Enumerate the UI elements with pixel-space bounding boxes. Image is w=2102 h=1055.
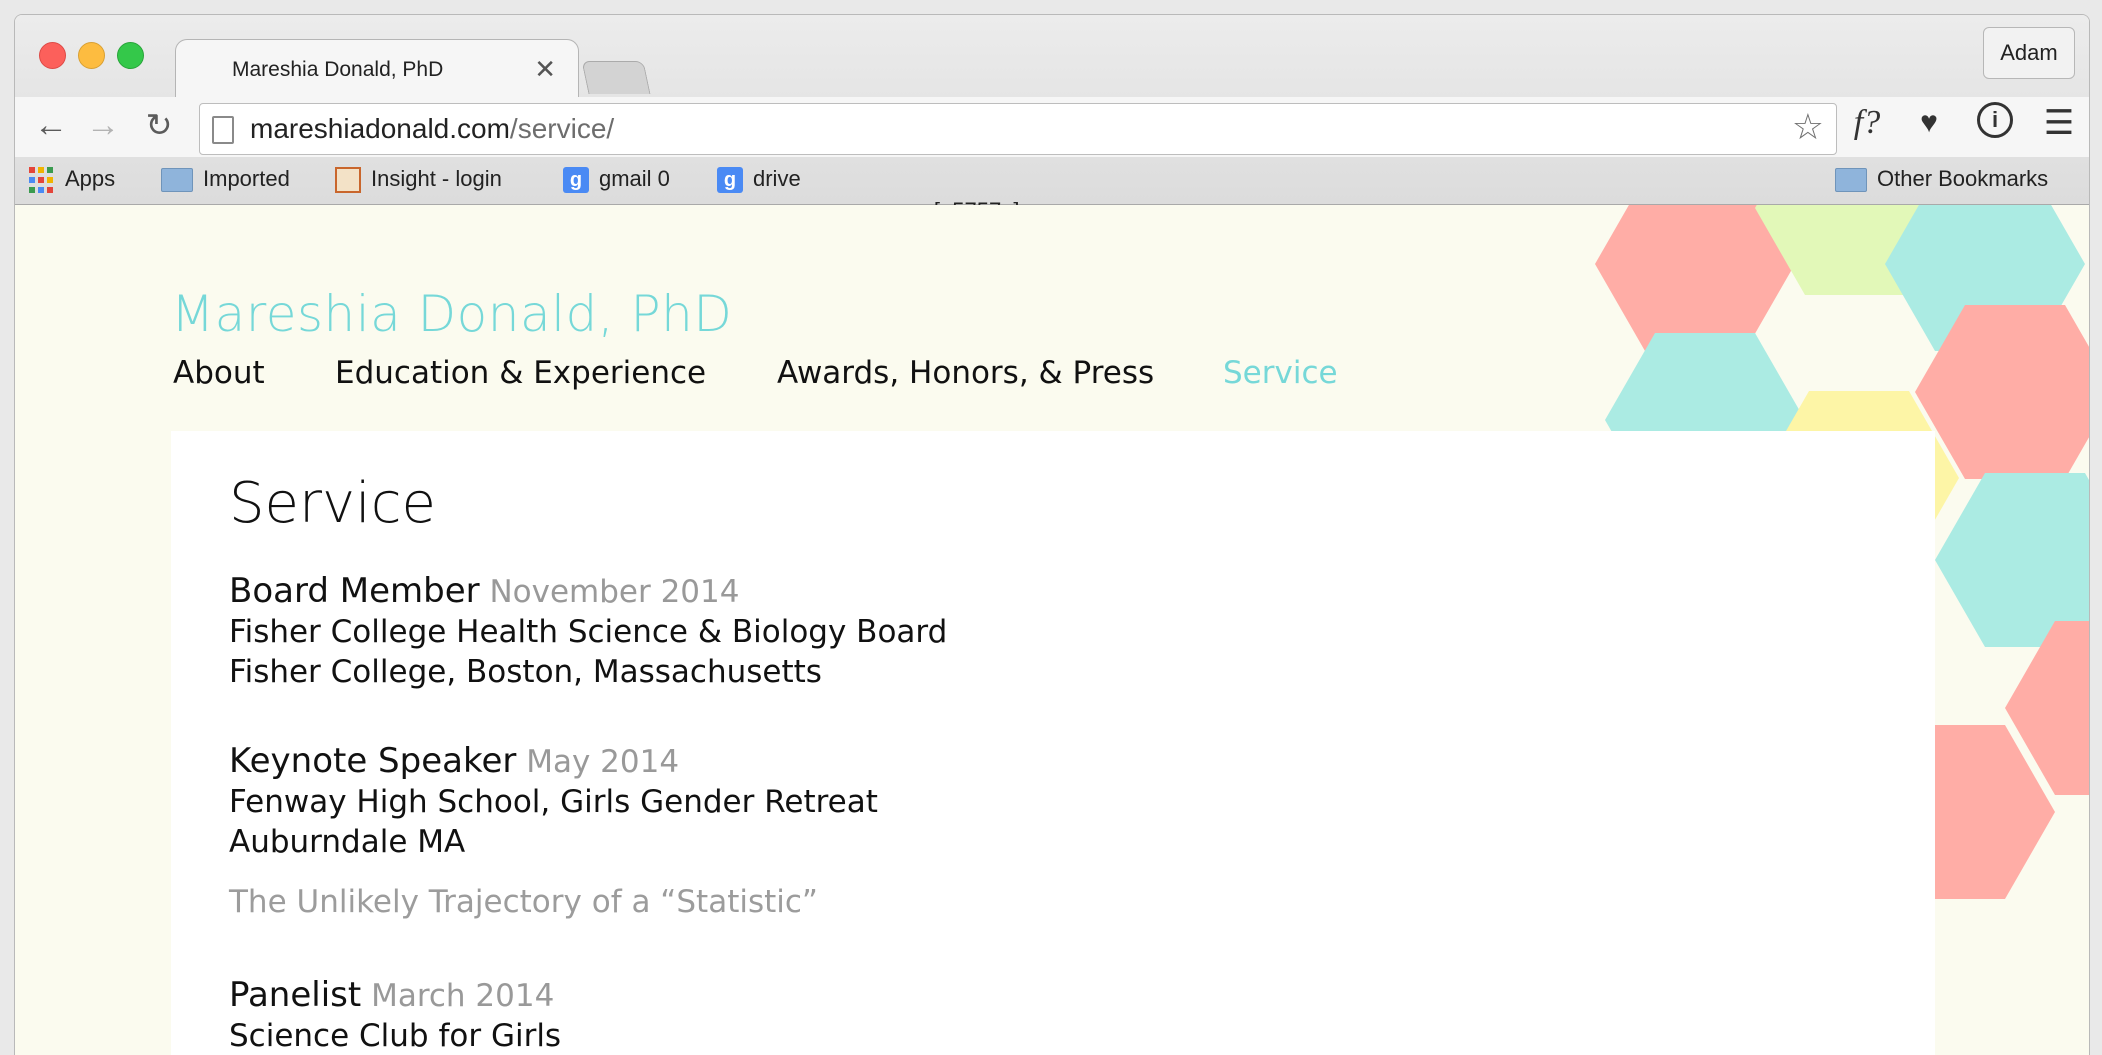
service-entry: Panelist March 2014 Science Club for Gir… [229,975,561,1055]
bookmark-star-icon[interactable]: ☆ [1792,106,1824,148]
tab-title: Mareshia Donald, PhD [232,58,444,81]
entry-date: March 2014 [371,978,555,1014]
entry-talk-title: The Unlikely Trajectory of a “Statistic” [229,884,818,920]
profile-button[interactable]: Adam [1983,27,2075,79]
address-bar[interactable]: mareshiadonald.com/service/ ☆ [199,103,1837,155]
close-window-button[interactable] [39,42,66,69]
entry-date: November 2014 [489,574,740,610]
entry-organization: Fisher College Health Science & Biology … [229,614,948,650]
info-extension-icon[interactable]: i [1973,101,2017,145]
web-page: Mareshia Donald, PhD About Education & E… [15,205,2089,1055]
content-card: Service Board Member November 2014 Fishe… [171,431,1935,1055]
card-edge [1895,431,1935,1055]
nav-service[interactable]: Service [1223,355,1338,391]
google-icon: g [717,167,743,194]
apps-grid-icon [29,167,55,193]
service-entry: Keynote Speaker May 2014 Fenway High Sch… [229,741,878,922]
folder-icon [161,168,193,193]
page-icon [212,116,234,144]
bookmark-gmail[interactable]: g gmail 0 [563,163,670,195]
bookmark-apps[interactable]: Apps [29,163,115,195]
minimize-window-button[interactable] [78,42,105,69]
back-arrow-icon[interactable]: ← [29,103,73,147]
url-path: /service/ [509,113,615,144]
page-heading: Service [229,471,436,536]
browser-chrome: Mareshia Donald, PhD ✕ Adam ← → ↻ maresh… [15,15,2089,223]
entry-organization: Fenway High School, Girls Gender Retreat [229,784,878,820]
url-text[interactable]: mareshiadonald.com/service/ [250,113,614,145]
entry-role: Keynote Speaker [229,741,517,781]
bookmark-counter[interactable]: [ 5757 ] [885,163,1020,223]
menu-icon[interactable]: ☰ [2037,101,2081,145]
reload-icon[interactable]: ↻ [137,103,181,147]
bookmarks-bar: Apps Imported Insight - login g gmail 0 g… [15,157,2089,223]
bookmark-imported[interactable]: Imported [161,163,290,195]
google-icon: g [563,167,589,194]
forward-arrow-icon[interactable]: → [81,103,125,147]
entry-location: Fisher College, Boston, Massachusetts [229,654,822,690]
entry-location: Auburndale MA [229,824,466,860]
nav-education-experience[interactable]: Education & Experience [335,355,706,391]
decor-hexagon [1935,473,2089,647]
browser-window: Mareshia Donald, PhD ✕ Adam ← → ↻ maresh… [14,14,2090,1055]
tab-close-icon[interactable]: ✕ [534,54,556,85]
zoom-window-button[interactable] [117,42,144,69]
entry-role: Board Member [229,571,480,611]
nav-about[interactable]: About [173,355,265,391]
decor-hexagon [1595,205,1795,351]
site-title[interactable]: Mareshia Donald, PhD [171,285,732,343]
bookmark-other[interactable]: Other Bookmarks [1835,163,2048,195]
browser-toolbar: ← → ↻ mareshiadonald.com/service/ ☆ f? ♥… [15,97,2089,157]
nav-awards-honors-press[interactable]: Awards, Honors, & Press [777,355,1154,391]
evernote-extension-icon[interactable]: ♥ [1907,101,1951,145]
bookmark-insight[interactable]: Insight - login [335,163,502,195]
entry-role: Panelist [229,975,362,1015]
entry-date: May 2014 [526,744,680,780]
new-tab-button[interactable] [581,61,651,94]
service-entry: Board Member November 2014 Fisher Colleg… [229,571,947,692]
browser-tab[interactable]: Mareshia Donald, PhD ✕ [175,39,579,98]
url-host: mareshiadonald.com [250,113,510,144]
folder-icon [1835,168,1867,193]
entry-organization: Science Club for Girls [229,1018,562,1054]
insight-icon [335,167,361,194]
formula-extension-icon[interactable]: f? [1845,101,1889,145]
bookmark-drive[interactable]: g drive [717,163,801,195]
